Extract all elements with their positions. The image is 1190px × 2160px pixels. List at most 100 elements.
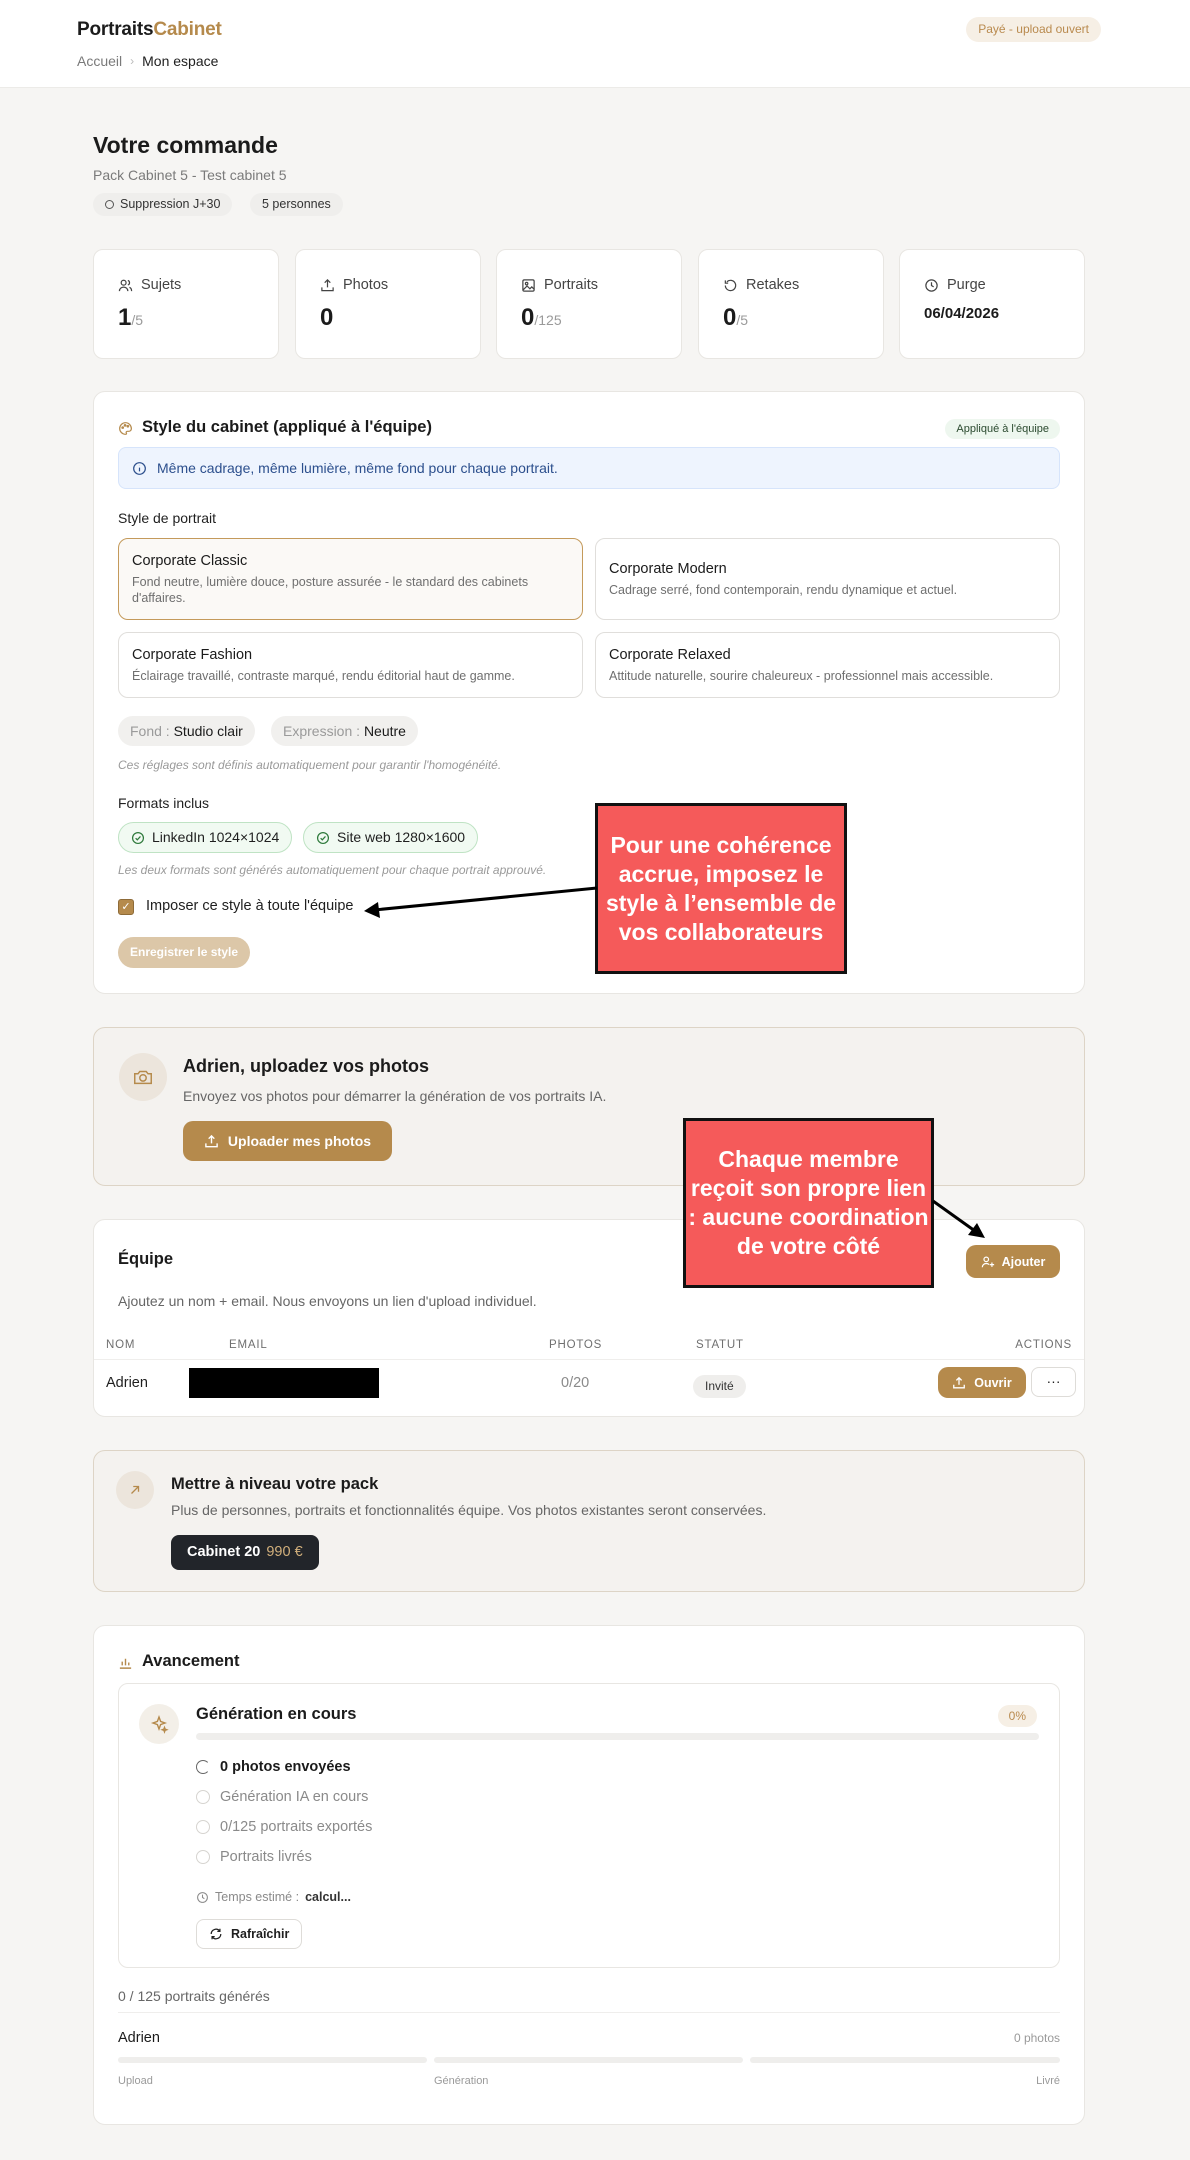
phase-label-upload: Upload bbox=[118, 2075, 153, 2087]
annotation-arrow-right bbox=[932, 1199, 985, 1238]
style-option-fashion[interactable]: Corporate Fashion Éclairage travaillé, c… bbox=[118, 632, 583, 698]
info-icon bbox=[133, 461, 146, 475]
spinner-icon bbox=[196, 1760, 210, 1774]
pending-circle-icon bbox=[196, 1820, 210, 1834]
step-portraits-exported: 0/125 portraits exportés bbox=[196, 1819, 372, 1835]
table-divider bbox=[94, 1359, 1084, 1360]
stat-card-photos: Photos 0 bbox=[295, 249, 481, 359]
breadcrumb: Accueil › Mon espace bbox=[77, 53, 218, 69]
member-photos: 0/20 bbox=[561, 1375, 590, 1391]
portrait-style-label: Style de portrait bbox=[118, 510, 217, 526]
step-ai-generation: Génération IA en cours bbox=[196, 1789, 368, 1805]
user-plus-icon bbox=[981, 1255, 994, 1267]
clock-icon bbox=[925, 278, 938, 292]
open-member-button[interactable]: Ouvrir bbox=[938, 1367, 1026, 1398]
auto-settings-hint: Ces réglages sont définis automatiquemen… bbox=[118, 758, 502, 772]
clock-icon bbox=[197, 1891, 208, 1903]
stat-card-purge: Purge 06/04/2026 bbox=[899, 249, 1085, 359]
annotation-arrow-left bbox=[364, 886, 598, 918]
portraits-summary: 0 / 125 portraits générés bbox=[118, 1988, 270, 2004]
bar-chart-icon bbox=[119, 1658, 132, 1669]
step-portraits-delivered: Portraits livrés bbox=[196, 1849, 312, 1865]
people-chip: 5 personnes bbox=[250, 193, 343, 216]
applied-badge: Appliqué à l'équipe bbox=[945, 419, 1060, 439]
percent-badge: 0% bbox=[997, 1705, 1037, 1727]
upload-description: Envoyez vos photos pour démarrer la géné… bbox=[183, 1088, 607, 1104]
generation-progress-bar bbox=[196, 1733, 1039, 1740]
order-status-badge: Payé - upload ouvert bbox=[966, 17, 1101, 42]
stat-card-retakes: Retakes 0/5 bbox=[698, 249, 884, 359]
image-icon bbox=[522, 278, 535, 292]
phase-bar-upload bbox=[118, 2057, 427, 2063]
breadcrumb-home[interactable]: Accueil bbox=[77, 53, 122, 69]
team-card: Équipe Ajouter Ajoutez un nom + email. N… bbox=[93, 1219, 1085, 1417]
chevron-right-icon: › bbox=[130, 54, 135, 68]
style-option-modern[interactable]: Corporate Modern Cadrage serré, fond con… bbox=[595, 538, 1060, 620]
stat-card-portraits: Portraits 0/125 bbox=[496, 249, 682, 359]
member-name: Adrien bbox=[106, 1375, 148, 1391]
upload-icon bbox=[205, 1134, 218, 1147]
format-chip-web: Site web 1280×1600 bbox=[303, 822, 479, 853]
column-header-status: STATUT bbox=[696, 1339, 744, 1351]
style-option-classic[interactable]: Corporate Classic Fond neutre, lumière d… bbox=[118, 538, 583, 620]
status-badge: Invité bbox=[693, 1375, 746, 1398]
member-progress-name: Adrien bbox=[118, 2030, 160, 2046]
phase-label-delivered: Livré bbox=[1036, 2075, 1060, 2087]
upgrade-card: Mettre à niveau votre pack Plus de perso… bbox=[93, 1450, 1085, 1592]
impose-style-label[interactable]: Imposer ce style à toute l'équipe bbox=[146, 898, 354, 914]
info-banner: Même cadrage, même lumière, même fond po… bbox=[118, 447, 1060, 489]
save-style-button[interactable]: Enregistrer le style bbox=[118, 937, 251, 968]
shield-icon bbox=[105, 200, 114, 209]
brand-logo[interactable]: PortraitsCabinet bbox=[77, 19, 222, 41]
upload-title: Adrien, uploadez vos photos bbox=[183, 1056, 430, 1076]
column-header-photos: PHOTOS bbox=[549, 1339, 603, 1351]
palette-icon bbox=[119, 422, 132, 435]
formats-label: Formats inclus bbox=[118, 795, 210, 811]
retention-chip: Suppression J+30 bbox=[93, 193, 233, 216]
team-title: Équipe bbox=[118, 1250, 174, 1268]
refresh-icon bbox=[724, 279, 737, 291]
add-member-button[interactable]: Ajouter bbox=[966, 1245, 1060, 1278]
check-circle-icon bbox=[131, 831, 145, 844]
stat-card-sujets: Sujets 1/5 bbox=[93, 249, 279, 359]
more-icon: ··· bbox=[1046, 1373, 1061, 1389]
step-photos-sent: 0 photos envoyées bbox=[196, 1759, 351, 1775]
format-chip-linkedin: LinkedIn 1024×1024 bbox=[118, 822, 293, 853]
phase-label-generation: Génération bbox=[434, 2075, 489, 2087]
team-description: Ajoutez un nom + email. Nous envoyons un… bbox=[118, 1293, 537, 1309]
summary-divider bbox=[118, 2012, 1060, 2013]
order-subtitle: Pack Cabinet 5 - Test cabinet 5 bbox=[93, 167, 287, 183]
expression-setting: Expression : Neutre bbox=[271, 716, 418, 746]
upload-photos-button[interactable]: Uploader mes photos bbox=[183, 1121, 392, 1161]
style-option-relaxed[interactable]: Corporate Relaxed Attitude naturelle, so… bbox=[595, 632, 1060, 698]
annotation-callout-style: Pour une cohérence accrue, imposez le st… bbox=[595, 803, 847, 974]
phase-bar-generation bbox=[434, 2057, 743, 2063]
annotation-callout-team: Chaque membre reçoit son propre lien : a… bbox=[683, 1118, 934, 1288]
upload-icon bbox=[953, 1376, 966, 1388]
member-progress-photos: 0 photos bbox=[1013, 2031, 1060, 2045]
upgrade-title: Mettre à niveau votre pack bbox=[171, 1475, 379, 1493]
camera-icon bbox=[119, 1053, 167, 1101]
progress-card: Avancement Génération en cours 0% 0 phot… bbox=[93, 1625, 1085, 2125]
upload-card: Adrien, uploadez vos photos Envoyez vos … bbox=[93, 1027, 1085, 1186]
top-bar: PortraitsCabinet Accueil › Mon espace Pa… bbox=[0, 0, 1190, 88]
page-title: Votre commande bbox=[93, 132, 278, 158]
pending-circle-icon bbox=[196, 1790, 210, 1804]
column-header-name: NOM bbox=[106, 1339, 136, 1351]
upgrade-offer-button[interactable]: Cabinet 20 990 € bbox=[171, 1535, 319, 1570]
sparkles-icon bbox=[139, 1704, 179, 1744]
more-actions-button[interactable]: ··· bbox=[1031, 1367, 1076, 1397]
column-header-email: EMAIL bbox=[229, 1339, 268, 1351]
refresh-button[interactable]: Rafraîchir bbox=[196, 1919, 303, 1949]
breadcrumb-current: Mon espace bbox=[142, 53, 219, 69]
column-header-actions: ACTIONS bbox=[1015, 1339, 1072, 1351]
check-circle-icon bbox=[316, 831, 330, 844]
generation-status-card: Génération en cours 0% 0 photos envoyées… bbox=[118, 1683, 1060, 1968]
upload-icon bbox=[321, 278, 334, 291]
redacted-email bbox=[189, 1368, 379, 1398]
progress-title: Avancement bbox=[142, 1652, 240, 1670]
arrow-up-right-icon bbox=[116, 1471, 154, 1509]
impose-style-checkbox[interactable]: ✓ bbox=[118, 899, 134, 915]
estimated-time: Temps estimé : calcul... bbox=[196, 1890, 351, 1904]
pending-circle-icon bbox=[196, 1850, 210, 1864]
